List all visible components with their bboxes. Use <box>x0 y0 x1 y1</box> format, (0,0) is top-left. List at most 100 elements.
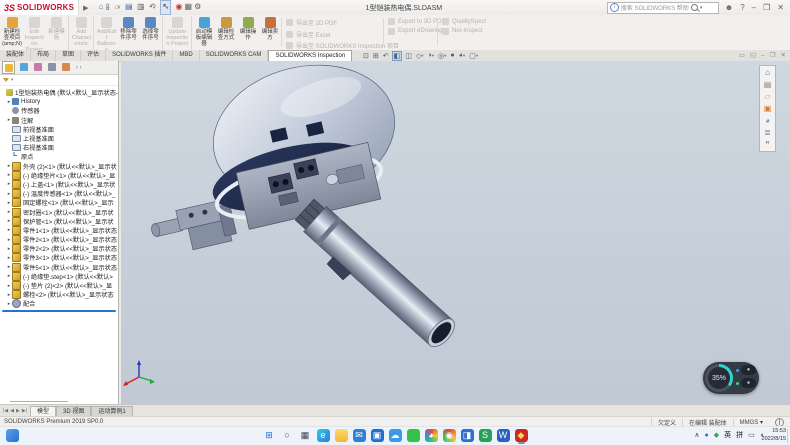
bracket-part[interactable] <box>148 199 237 258</box>
ribbon-button[interactable]: 编辑卖方 <box>260 16 280 53</box>
ribbon-button[interactable]: Edit Inspection Project <box>24 16 44 53</box>
cloud-drive-icon[interactable]: ☁ <box>389 429 402 442</box>
section-view-icon[interactable]: ◧ <box>392 51 403 61</box>
ribbon-button[interactable]: Update Inspection Project <box>165 16 192 53</box>
search-button[interactable]: ○ <box>281 429 294 442</box>
file-explorer-icon[interactable] <box>335 429 348 442</box>
tree-item[interactable]: ▸ 零件5<1> (默认<<默认>_显示状态 <box>0 263 118 272</box>
tree-item[interactable]: ▸ 外壳 (2)<1> (默认<<默认>_显示状 <box>0 162 118 171</box>
help-button[interactable]: ? <box>740 3 744 12</box>
app-blue-icon[interactable]: ◨ <box>461 429 474 442</box>
display-tray-icon[interactable]: ▭ <box>748 429 755 442</box>
document-window-button[interactable]: – <box>761 50 765 61</box>
export-menu-item[interactable]: Net-Inspect <box>442 28 486 35</box>
units-selector[interactable]: MMGS ▾ <box>733 419 769 426</box>
tree-item[interactable]: ▸ (-) 上盖<1> (默认<<默认>_显示状 <box>0 180 118 189</box>
view-settings-icon[interactable]: ▢▾ <box>468 52 479 60</box>
tree-item[interactable]: ▸ 零件2<1> (默认<<默认>_显示状态 <box>0 235 118 244</box>
tree-selection-line[interactable] <box>2 310 116 312</box>
tree-item[interactable]: ▸ 保护管<1> (默认<<默认>_显示状 <box>0 217 118 226</box>
tree-item[interactable]: ▸ 固定螺栓<1> (默认<<默认>_显示 <box>0 198 118 207</box>
design-library-icon[interactable]: ▤ <box>764 80 772 89</box>
ime-mode-indicator[interactable]: 英 <box>724 429 731 442</box>
search-icon[interactable] <box>691 4 698 11</box>
tray-expand-icon[interactable]: ∧ <box>694 429 699 442</box>
zoom-to-fit-icon[interactable]: ⊡ <box>362 52 370 60</box>
clock[interactable]: 15:53 2022/8/15 <box>762 428 786 443</box>
solidworks-icon[interactable]: ◆ <box>515 429 528 442</box>
graphics-viewport[interactable]: ⌂▤▱▣◕≣❞ 35% ⏺ ⏹ <box>121 61 790 404</box>
home-icon[interactable]: ⌂ <box>99 1 101 14</box>
command-tab[interactable]: 布局 <box>31 50 56 61</box>
mail-icon[interactable]: ✉ <box>353 429 366 442</box>
options-icon[interactable]: ⚙▾ <box>194 1 201 14</box>
document-window-button[interactable]: ▭ <box>739 50 745 61</box>
screen-recorder-overlay[interactable]: 35% ⏺ ⏹ <box>703 362 759 394</box>
new-document-icon[interactable]: ▯▾ <box>105 1 109 14</box>
tree-item[interactable]: ▸ (-) 绝缘垫片<1> (默认<<默认>_显 <box>0 171 118 180</box>
view-palette-icon[interactable]: ▣ <box>764 104 772 113</box>
propertymanager-tab[interactable] <box>18 61 29 72</box>
appearances-scenes-icon[interactable]: ◕ <box>765 116 770 125</box>
browser-colorful-icon[interactable]: ◕ <box>425 429 438 442</box>
apply-scene-icon[interactable]: ◕▾ <box>458 52 467 59</box>
chrome-icon[interactable]: ◉ <box>443 429 456 442</box>
security-shield-icon[interactable]: ◆ <box>714 429 719 442</box>
file-properties-icon[interactable]: ▦ <box>185 1 190 14</box>
tree-item[interactable]: 原点 <box>0 152 118 161</box>
document-window-button[interactable]: ✕ <box>781 50 786 61</box>
tree-item[interactable]: ▸ (-) 绝缘垫.step<1> (默认<<默认> <box>0 272 118 281</box>
tree-item[interactable]: ▸ 注解 <box>0 116 118 125</box>
save-icon[interactable]: ▤▾ <box>125 1 132 14</box>
custom-properties-icon[interactable]: ≣ <box>764 128 771 137</box>
select-icon[interactable]: ↖▾ <box>160 0 170 15</box>
wps-sheet-icon[interactable]: S <box>479 429 492 442</box>
assembly-model[interactable] <box>121 61 790 404</box>
recorder-stop-button[interactable]: ⏹ <box>741 378 756 388</box>
close-button[interactable]: ✕ <box>777 3 784 12</box>
document-window-button[interactable]: ❐ <box>770 50 776 61</box>
export-menu-item[interactable]: QualitySpect <box>442 18 486 25</box>
home-tab-icon[interactable]: ⌂ <box>765 68 770 77</box>
ribbon-button[interactable]: Add/Edit Balloons <box>96 16 116 53</box>
open-icon[interactable]: ▱▾ <box>114 1 120 14</box>
command-tab[interactable]: SOLIDWORKS Inspection <box>268 50 352 61</box>
file-explorer-icon[interactable]: ▱ <box>764 92 770 101</box>
store-icon[interactable]: ▣ <box>371 429 384 442</box>
ribbon-button[interactable]: 移除零件序号 <box>118 16 138 53</box>
rebuild-icon[interactable]: ◉ <box>176 1 180 14</box>
tree-item[interactable]: ▸ (-) 温度传感器<1> (默认<<默认>_ <box>0 189 118 198</box>
command-tab[interactable]: 装配体 <box>0 50 31 61</box>
solidworks-logo[interactable]: 3S SOLIDWORKS <box>0 0 79 15</box>
ribbon-button[interactable]: 新建模板 <box>46 16 69 53</box>
view-orientation-icon[interactable]: ◇▾ <box>415 52 425 60</box>
word-icon[interactable]: W <box>497 429 510 442</box>
tree-item[interactable]: 1型铠装热电偶 (默认<默认_显示状态-1> <box>0 88 118 97</box>
minimize-button[interactable]: – <box>752 3 756 12</box>
dynamic-annotation-views-icon[interactable]: ◫ <box>404 52 413 60</box>
onedrive-icon[interactable]: ● <box>705 429 709 442</box>
ribbon-button[interactable]: 编辑操作 <box>238 16 258 53</box>
restore-button[interactable]: ❐ <box>763 3 770 12</box>
tree-item[interactable]: ▸ 螺栓<2> (默认<<默认>_显示状态 <box>0 290 118 299</box>
ribbon-button[interactable]: 新建检查项目(amp;N) <box>2 16 22 53</box>
featuremanager-tab[interactable] <box>2 61 15 74</box>
dimxpertmanager-tab[interactable] <box>46 61 57 72</box>
tab-overflow-chevrons[interactable]: ‹ › <box>76 65 82 71</box>
undo-icon[interactable]: ↶▾ <box>149 1 155 14</box>
search-input[interactable]: i 搜索 SOLIDWORKS 帮助 ▾ <box>607 2 719 14</box>
ribbon-button[interactable]: 编辑检查方式 <box>216 16 236 53</box>
menu-flyout-icon[interactable]: ▶ <box>83 4 88 12</box>
recorder-record-button[interactable]: ⏺ <box>741 365 756 375</box>
displaymanager-tab[interactable] <box>60 61 71 72</box>
zoom-to-area-icon[interactable]: ⊞ <box>372 52 380 60</box>
tree-item[interactable]: ▸ 零件2<2> (默认<<默认>_显示状态 <box>0 244 118 253</box>
tree-item[interactable]: 右视基准面 <box>0 143 118 152</box>
protection-tube[interactable] <box>304 206 460 351</box>
tree-item[interactable]: 传感器 <box>0 106 118 115</box>
start-button[interactable]: ⊞ <box>263 429 276 442</box>
command-tab[interactable]: 评估 <box>81 50 106 61</box>
edit-appearance-icon[interactable]: ● <box>449 52 455 59</box>
tree-item[interactable]: ▸ History <box>0 97 118 106</box>
previous-view-icon[interactable]: ↶ <box>382 52 390 60</box>
